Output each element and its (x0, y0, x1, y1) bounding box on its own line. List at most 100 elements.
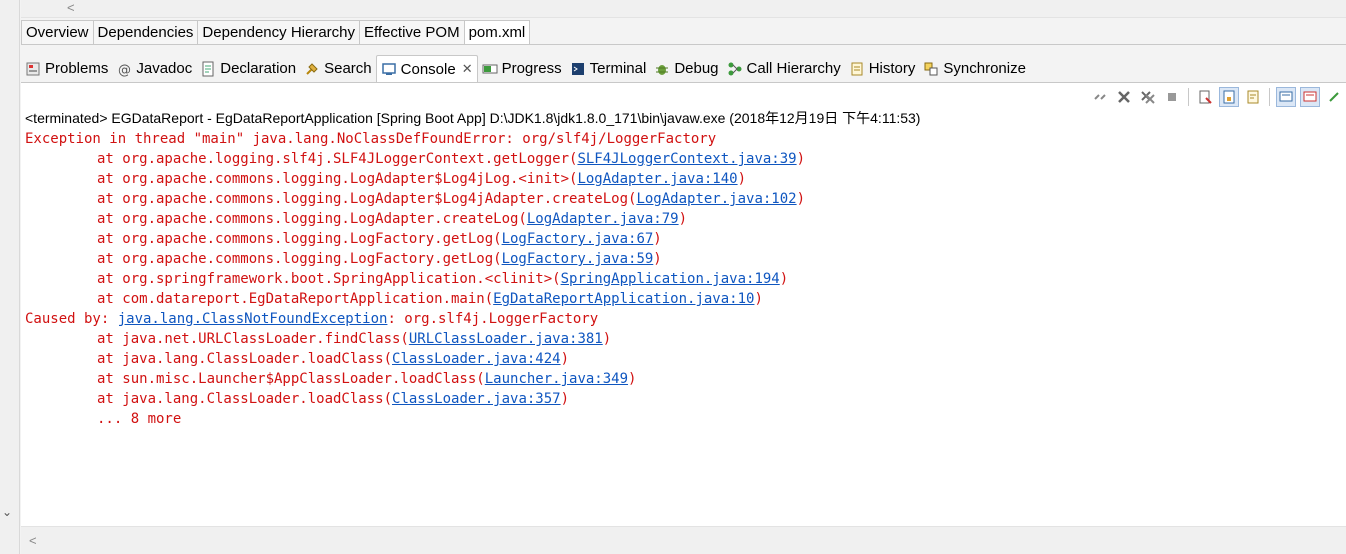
stack-trace-link[interactable]: ClassLoader.java:424 (392, 351, 561, 367)
console-text: at com.datareport.EgDataReportApplicatio… (97, 291, 494, 307)
console-output[interactable]: Exception in thread "main" java.lang.NoC… (25, 129, 805, 429)
console-line: at sun.misc.Launcher$AppClassLoader.load… (25, 369, 805, 389)
top-scroll-strip[interactable]: < (21, 0, 1346, 18)
console-text: Exception in thread "main" java.lang.NoC… (25, 131, 717, 147)
stack-trace-link[interactable]: EgDataReportApplication.java:10 (493, 291, 754, 307)
stack-trace-link[interactable]: LogFactory.java:59 (502, 251, 654, 267)
tab-overview[interactable]: Overview (21, 20, 93, 45)
tab-label: Terminal (589, 60, 647, 77)
console-text: at org.apache.commons.logging.LogAdapter… (97, 211, 527, 227)
stack-trace-link[interactable]: LogAdapter.java:102 (636, 191, 796, 207)
console-text-suffix: ) (678, 211, 688, 227)
tab-label: Javadoc (136, 60, 193, 77)
console-line: at java.net.URLClassLoader.findClass(URL… (25, 329, 805, 349)
stack-trace-link[interactable]: ClassLoader.java:357 (392, 391, 561, 407)
console-text: Caused by: (25, 311, 118, 327)
tab-declaration[interactable]: Declaration (196, 55, 300, 82)
console-line: at java.lang.ClassLoader.loadClass(Class… (25, 389, 805, 409)
link-icon[interactable] (1090, 87, 1110, 107)
console-text-suffix: ) (796, 151, 806, 167)
console-text-suffix: ) (796, 191, 806, 207)
tab-problems[interactable]: Problems (21, 55, 112, 82)
console-text: at org.apache.commons.logging.LogAdapter… (97, 171, 578, 187)
scroll-lock-icon[interactable] (1219, 87, 1239, 107)
history-icon (849, 61, 865, 77)
horizontal-scrollbar[interactable]: < (21, 526, 1346, 554)
chevron-down-icon[interactable]: ⌄ (2, 505, 12, 519)
console-line: Exception in thread "main" java.lang.NoC… (25, 129, 805, 149)
tab-progress[interactable]: Progress (478, 55, 566, 82)
console-line: at org.apache.commons.logging.LogFactory… (25, 249, 805, 269)
tab-terminal[interactable]: Terminal (566, 55, 651, 82)
tab-label: Problems (45, 60, 109, 77)
view-tabs: Problems @ Javadoc Declaration Search Co… (21, 55, 1030, 82)
stack-trace-link[interactable]: SpringApplication.java:194 (561, 271, 780, 287)
tab-label: Declaration (220, 60, 297, 77)
tab-label: Debug (674, 60, 719, 77)
left-gutter: ⌄ (0, 0, 20, 554)
tab-label: Search (324, 60, 372, 77)
console-status-line: <terminated> EGDataReport - EgDataReport… (25, 110, 921, 126)
console-line: at org.apache.commons.logging.LogAdapter… (25, 169, 805, 189)
clear-console-icon[interactable] (1195, 87, 1215, 107)
tab-synchronize[interactable]: Synchronize (919, 55, 1030, 82)
tab-label: Synchronize (943, 60, 1026, 77)
console-text-suffix: : org.slf4j.LoggerFactory (387, 311, 599, 327)
search-icon (304, 61, 320, 77)
word-wrap-icon[interactable] (1243, 87, 1263, 107)
console-text-suffix: ) (754, 291, 763, 307)
show-console-on-stderr-icon[interactable] (1300, 87, 1320, 107)
toolbar-separator (1269, 88, 1270, 106)
tab-console[interactable]: Console ✕ (375, 55, 478, 82)
show-console-on-stdout-icon[interactable] (1276, 87, 1296, 107)
tab-search[interactable]: Search (300, 55, 376, 82)
console-text: at java.net.URLClassLoader.findClass( (97, 331, 409, 347)
tab-pom-xml[interactable]: pom.xml (463, 20, 531, 45)
console-text-suffix: ) (560, 391, 570, 407)
tab-javadoc[interactable]: @ Javadoc (112, 55, 196, 82)
tab-label: Call Hierarchy (746, 60, 841, 77)
stack-trace-link[interactable]: URLClassLoader.java:381 (409, 331, 603, 347)
console-text-suffix: ) (602, 331, 612, 347)
tab-history[interactable]: History (845, 55, 920, 82)
tab-call-hierarchy[interactable]: Call Hierarchy (723, 55, 845, 82)
console-toolbar (1088, 86, 1346, 108)
toolbar-separator (1188, 88, 1189, 106)
pin-console-icon[interactable] (1324, 87, 1344, 107)
tab-effective-pom[interactable]: Effective POM (359, 20, 464, 45)
console-text-suffix: ) (628, 371, 637, 387)
debug-icon (654, 61, 670, 77)
stack-trace-link[interactable]: Launcher.java:349 (485, 371, 628, 387)
terminal-icon (570, 61, 586, 77)
call-hierarchy-icon (727, 61, 743, 77)
stack-trace-link[interactable]: SLF4JLoggerContext.java:39 (577, 151, 796, 167)
console-text: at sun.misc.Launcher$AppClassLoader.load… (97, 371, 485, 387)
tab-dependencies[interactable]: Dependencies (92, 20, 198, 45)
synchronize-icon (923, 61, 939, 77)
chevron-left-icon[interactable]: < (67, 0, 75, 15)
console-text: at org.apache.commons.logging.LogFactory… (97, 251, 502, 267)
remove-all-launches-icon[interactable] (1138, 87, 1158, 107)
console-text-suffix: ) (560, 351, 570, 367)
console-text: at org.apache.commons.logging.LogFactory… (97, 231, 502, 247)
remove-launch-icon[interactable] (1114, 87, 1134, 107)
editor-tabs-divider (21, 44, 1346, 45)
console-text: at java.lang.ClassLoader.loadClass( (97, 351, 393, 367)
chevron-left-icon[interactable]: < (29, 533, 37, 548)
svg-text:@: @ (118, 63, 131, 77)
tab-dependency-hierarchy[interactable]: Dependency Hierarchy (197, 20, 359, 45)
console-line: at org.apache.commons.logging.LogAdapter… (25, 189, 805, 209)
eclipse-window: ⌄ < Overview Dependencies Dependency Hie… (0, 0, 1346, 554)
console-text: at org.springframework.boot.SpringApplic… (97, 271, 561, 287)
stack-trace-link[interactable]: LogAdapter.java:140 (577, 171, 737, 187)
progress-icon (482, 61, 498, 77)
terminate-icon[interactable] (1162, 87, 1182, 107)
console-line: at org.apache.commons.logging.LogFactory… (25, 229, 805, 249)
stack-trace-link[interactable]: LogFactory.java:67 (502, 231, 654, 247)
console-text: ... 8 more (97, 411, 182, 427)
console-panel: <terminated> EGDataReport - EgDataReport… (21, 82, 1346, 554)
tab-debug[interactable]: Debug (650, 55, 722, 82)
close-icon[interactable]: ✕ (462, 61, 473, 77)
stack-trace-link[interactable]: LogAdapter.java:79 (527, 211, 679, 227)
stack-trace-link[interactable]: java.lang.ClassNotFoundException (118, 311, 388, 327)
